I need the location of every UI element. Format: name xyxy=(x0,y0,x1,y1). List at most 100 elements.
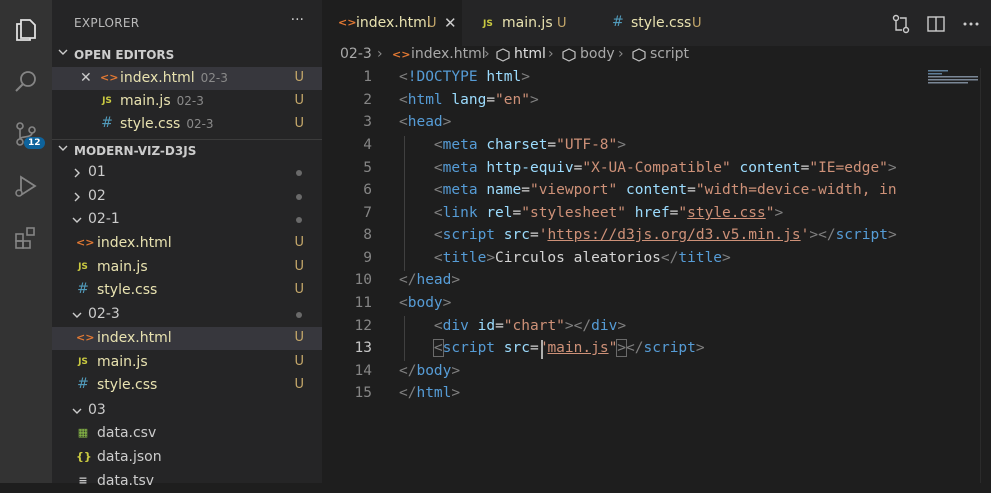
close-icon[interactable]: ✕ xyxy=(444,14,457,32)
line-number: 5 xyxy=(363,160,372,176)
git-status: U xyxy=(294,354,304,369)
folder-row[interactable]: 02-3 xyxy=(52,303,322,326)
folder-name: 01 xyxy=(88,164,106,180)
file-row[interactable]: {} data.json xyxy=(52,446,322,469)
git-status: U xyxy=(294,116,304,131)
modified-dot xyxy=(296,194,302,200)
explorer-icon[interactable] xyxy=(12,16,40,44)
breadcrumb-item[interactable]: index.html xyxy=(411,46,486,62)
open-editor-item[interactable]: # style.css 02-3 U xyxy=(52,113,322,136)
git-status: U xyxy=(294,235,304,250)
modified-dot xyxy=(296,312,302,318)
file-name: main.js xyxy=(97,354,148,370)
file-name: data.json xyxy=(97,449,162,465)
js-icon: JS xyxy=(483,19,493,29)
modified-dot xyxy=(296,217,302,223)
minimap[interactable] xyxy=(922,68,980,483)
chevron-right-icon: › xyxy=(618,46,624,62)
git-status: U xyxy=(294,377,304,392)
workspace-section[interactable]: MODERN-VIZ-D3JS xyxy=(52,139,322,162)
chevron-right-icon xyxy=(74,168,80,178)
file-icon: ≡ xyxy=(78,474,88,487)
git-status: U xyxy=(294,93,304,108)
css-icon: # xyxy=(101,115,113,131)
folder-row[interactable]: 01 xyxy=(52,161,322,184)
code-line: <title>Circulos aleatorios</title> xyxy=(433,250,731,266)
line-number: 6 xyxy=(363,182,372,198)
folder-name: 02-3 xyxy=(88,306,120,322)
workspace-label: MODERN-VIZ-D3JS xyxy=(74,144,197,158)
file-name: index.html xyxy=(97,235,172,251)
html-icon: <> xyxy=(392,48,411,61)
tab-main-js[interactable]: JS main.js U xyxy=(463,0,593,46)
file-name: data.tsv xyxy=(97,473,155,489)
split-editor-icon[interactable] xyxy=(924,12,948,36)
folder-name: 02-1 xyxy=(88,211,120,227)
folder-row[interactable]: 02 xyxy=(52,185,322,208)
code-editor[interactable]: 1 2 3 4 5 6 7 8 9 10 11 12 13 14 15 <!DO… xyxy=(322,68,922,483)
line-number: 3 xyxy=(363,114,372,130)
line-number: 4 xyxy=(363,137,372,153)
code-line: </body> xyxy=(399,363,461,379)
html-icon: <> xyxy=(100,71,119,84)
run-debug-icon[interactable] xyxy=(12,172,40,200)
file-row[interactable]: # style.css U xyxy=(52,279,322,302)
code-line: <div id="chart"></div> xyxy=(433,318,627,334)
file-name: data.csv xyxy=(97,425,157,441)
line-number: 14 xyxy=(354,363,372,379)
css-icon: # xyxy=(612,14,624,30)
code-line: <html lang="en"> xyxy=(399,92,539,108)
chevron-down-icon xyxy=(72,217,82,223)
file-row[interactable]: JS main.js U xyxy=(52,351,322,374)
file-row[interactable]: ≡ data.tsv xyxy=(52,470,322,493)
element-icon xyxy=(496,48,510,66)
file-name: style.css xyxy=(120,116,181,132)
line-number: 2 xyxy=(363,92,372,108)
git-status: U xyxy=(294,330,304,345)
tab-label: index.html xyxy=(356,15,431,31)
more-icon[interactable] xyxy=(959,12,983,36)
file-name: main.js xyxy=(97,259,148,275)
more-actions-button[interactable]: ··· xyxy=(291,12,304,28)
file-row[interactable]: <> index.html U xyxy=(52,327,322,350)
folder-name: 03 xyxy=(88,402,106,418)
line-number: 15 xyxy=(354,385,372,401)
breadcrumb-item[interactable]: script xyxy=(650,46,689,62)
file-row[interactable]: JS main.js U xyxy=(52,256,322,279)
open-editor-item[interactable]: ✕ <> index.html 02-3 U xyxy=(52,67,322,90)
chevron-down-icon xyxy=(72,408,82,414)
close-icon[interactable]: ✕ xyxy=(80,70,92,86)
tab-index-html[interactable]: <> index.html U ✕ xyxy=(322,0,462,46)
search-icon[interactable] xyxy=(12,68,40,96)
vertical-scrollbar[interactable] xyxy=(980,68,991,483)
js-icon: JS xyxy=(78,357,88,367)
css-icon: # xyxy=(77,376,89,392)
editor-tabs: <> index.html U ✕ JS main.js U # style.c… xyxy=(322,0,991,46)
folder-row[interactable]: 03 xyxy=(52,399,322,422)
folder-row[interactable]: 02-1 xyxy=(52,208,322,231)
code-line: <meta name="viewport" content="width=dev… xyxy=(433,182,897,198)
file-row[interactable]: ▦ data.csv xyxy=(52,422,322,445)
breadcrumb-item[interactable]: 02-3 xyxy=(340,46,372,62)
breadcrumb: 02-3 › <> index.html › html › body › scr… xyxy=(322,46,991,68)
html-icon: <> xyxy=(338,16,357,29)
line-number: 12 xyxy=(354,318,372,334)
line-number: 7 xyxy=(363,205,372,221)
explorer-sidebar: EXPLORER ··· OPEN EDITORS ✕ <> index.htm… xyxy=(52,0,322,489)
explorer-title: EXPLORER xyxy=(74,16,140,30)
line-number: 1 xyxy=(363,69,372,85)
open-editors-section[interactable]: OPEN EDITORS xyxy=(52,44,322,66)
breadcrumb-item[interactable]: html xyxy=(514,46,546,62)
file-row[interactable]: <> index.html U xyxy=(52,232,322,255)
tab-label: main.js xyxy=(502,15,553,31)
file-row[interactable]: # style.css U xyxy=(52,374,322,397)
extensions-icon[interactable] xyxy=(12,224,40,252)
open-editor-item[interactable]: JS main.js 02-3 U xyxy=(52,90,322,113)
file-name: style.css xyxy=(97,377,158,393)
tab-style-css[interactable]: # style.css U xyxy=(594,0,730,46)
breadcrumb-item[interactable]: body xyxy=(580,46,615,62)
code-line: </html> xyxy=(399,385,461,401)
js-icon: JS xyxy=(102,96,112,106)
compare-changes-icon[interactable] xyxy=(889,12,913,36)
folder-hint: 02-3 xyxy=(176,94,204,108)
